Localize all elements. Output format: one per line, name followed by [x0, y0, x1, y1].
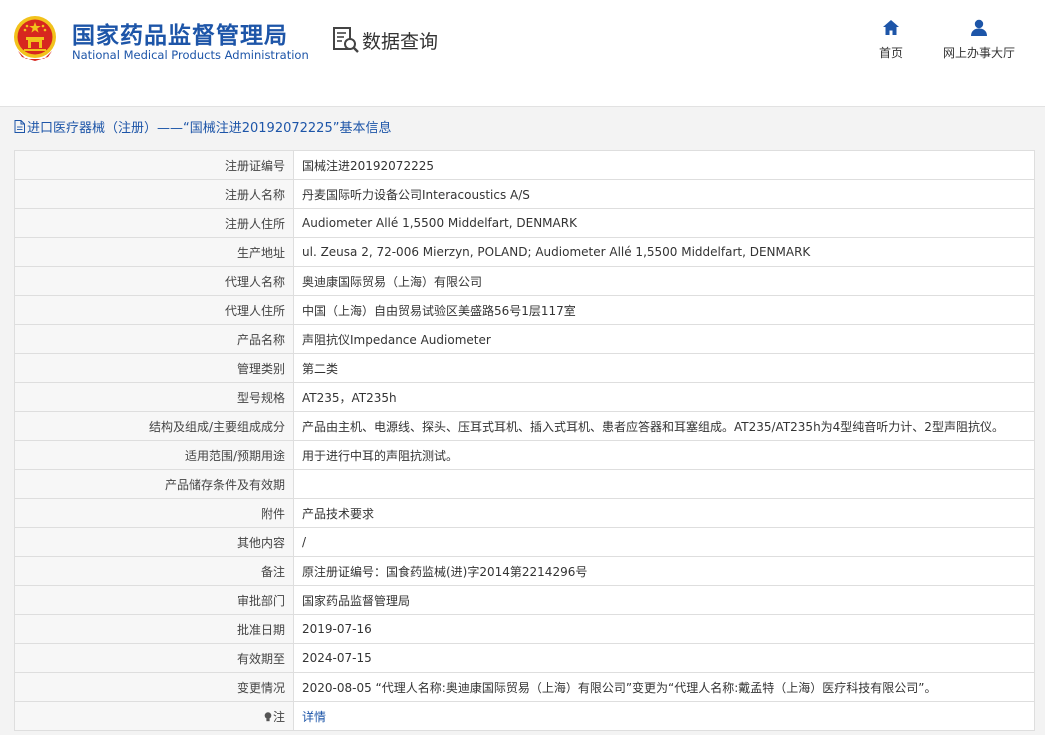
field-value: 国械注进20192072225: [293, 150, 1035, 180]
field-value: 国家药品监督管理局: [293, 585, 1035, 615]
national-emblem-icon: [14, 16, 56, 61]
table-row: 产品储存条件及有效期: [14, 469, 1035, 499]
field-value: 原注册证编号：国食药监械(进)字2014第2214296号: [293, 556, 1035, 586]
field-label: 注册证编号: [14, 150, 294, 180]
table-row: 附件 产品技术要求: [14, 498, 1035, 528]
note-label-cell: 注: [14, 701, 294, 731]
info-table: 注册证编号 国械注进20192072225 注册人名称 丹麦国际听力设备公司Inte…: [14, 150, 1035, 731]
table-row: 代理人名称 奥迪康国际贸易（上海）有限公司: [14, 266, 1035, 296]
table-row: 适用范围/预期用途 用于进行中耳的声阻抗测试。: [14, 440, 1035, 470]
field-value: /: [293, 527, 1035, 557]
note-label: 注: [272, 709, 285, 724]
nav-online-hall-link[interactable]: 网上办事大厅: [936, 18, 1022, 61]
field-value: 第二类: [293, 353, 1035, 383]
nav-home-label: 首页: [878, 46, 903, 60]
home-icon: [883, 20, 899, 35]
table-row: 变更情况 2020-08-05 “代理人名称:奥迪康国际贸易（上海）有限公司”变更…: [14, 672, 1035, 702]
table-row: 结构及组成/主要组成成分 产品由主机、电源线、探头、压耳式耳机、插入式耳机、患者应…: [14, 411, 1035, 441]
data-query-icon: [333, 27, 359, 53]
note-value-cell: 详情: [293, 701, 1035, 731]
field-value: 奥迪康国际贸易（上海）有限公司: [293, 266, 1035, 296]
field-label: 管理类别: [14, 353, 294, 383]
table-row: 生产地址 ul. Zeusa 2, 72-006 Mierzyn, POLAND;…: [14, 237, 1035, 267]
field-label: 变更情况: [14, 672, 294, 702]
field-label: 批准日期: [14, 614, 294, 644]
field-label: 注册人住所: [14, 208, 294, 238]
table-row: 审批部门 国家药品监督管理局: [14, 585, 1035, 615]
table-row: 批准日期 2019-07-16: [14, 614, 1035, 644]
field-value: 产品由主机、电源线、探头、压耳式耳机、插入式耳机、患者应答器和耳塞组成。AT23…: [293, 411, 1035, 441]
table-row: 备注 原注册证编号：国食药监械(进)字2014第2214296号: [14, 556, 1035, 586]
details-link[interactable]: 详情: [302, 710, 326, 724]
field-label: 注册人名称: [14, 179, 294, 209]
field-value: [293, 469, 1035, 499]
table-row: 代理人住所 中国（上海）自由贸易试验区美盛路56号1层117室: [14, 295, 1035, 325]
table-row: 其他内容 /: [14, 527, 1035, 557]
document-icon: [14, 119, 25, 133]
field-value: ul. Zeusa 2, 72-006 Mierzyn, POLAND; Aud…: [293, 237, 1035, 267]
detail-title-text: 进口医疗器械（注册）——“国械注进20192072225”基本信息: [27, 120, 392, 136]
table-row: 产品名称 声阻抗仪Impedance Audiometer: [14, 324, 1035, 354]
field-value: 2024-07-15: [293, 643, 1035, 673]
field-label: 产品名称: [14, 324, 294, 354]
site-header: 国家药品监督管理局 National Medical Products Admi…: [0, 0, 1045, 100]
field-label: 产品储存条件及有效期: [14, 469, 294, 499]
detail-title: 进口医疗器械（注册）——“国械注进20192072225”基本信息: [14, 116, 391, 136]
nav-home-link[interactable]: 首页: [866, 18, 916, 61]
lightbulb-icon: [264, 711, 272, 721]
field-value: Audiometer Allé 1,5500 Middelfart, DENMA…: [293, 208, 1035, 238]
org-name-cn: 国家药品监督管理局: [72, 23, 288, 49]
field-value: AT235，AT235h: [293, 382, 1035, 412]
field-label: 生产地址: [14, 237, 294, 267]
field-value: 2019-07-16: [293, 614, 1035, 644]
field-label: 型号规格: [14, 382, 294, 412]
table-row: 型号规格 AT235，AT235h: [14, 382, 1035, 412]
table-row: 管理类别 第二类: [14, 353, 1035, 383]
field-value: 用于进行中耳的声阻抗测试。: [293, 440, 1035, 470]
detail-panel: 进口医疗器械（注册）——“国械注进20192072225”基本信息 注册证编号国…: [0, 106, 1045, 735]
field-label: 适用范围/预期用途: [14, 440, 294, 470]
section-title: 数据查询: [362, 31, 439, 53]
field-value: 丹麦国际听力设备公司Interacoustics A/S: [293, 179, 1035, 209]
table-row: 注册人名称 丹麦国际听力设备公司Interacoustics A/S: [14, 179, 1035, 209]
nav-online-hall-label: 网上办事大厅: [942, 46, 1015, 60]
user-icon: [971, 19, 987, 36]
table-row: 注册人住所 Audiometer Allé 1,5500 Middelfart, …: [14, 208, 1035, 238]
field-label: 结构及组成/主要组成成分: [14, 411, 294, 441]
field-value: 2020-08-05 “代理人名称:奥迪康国际贸易（上海）有限公司”变更为“代理…: [293, 672, 1035, 702]
field-label: 代理人名称: [14, 266, 294, 296]
field-label: 有效期至: [14, 643, 294, 673]
field-label: 附件: [14, 498, 294, 528]
org-name-en: National Medical Products Administration: [72, 48, 309, 62]
note-row: 注 详情: [14, 701, 1035, 731]
table-row: 注册证编号 国械注进20192072225: [14, 150, 1035, 180]
field-value: 产品技术要求: [293, 498, 1035, 528]
field-label: 代理人住所: [14, 295, 294, 325]
field-label: 备注: [14, 556, 294, 586]
field-value: 中国（上海）自由贸易试验区美盛路56号1层117室: [293, 295, 1035, 325]
field-label: 其他内容: [14, 527, 294, 557]
field-value: 声阻抗仪Impedance Audiometer: [293, 324, 1035, 354]
field-label: 审批部门: [14, 585, 294, 615]
table-row: 有效期至 2024-07-15: [14, 643, 1035, 673]
